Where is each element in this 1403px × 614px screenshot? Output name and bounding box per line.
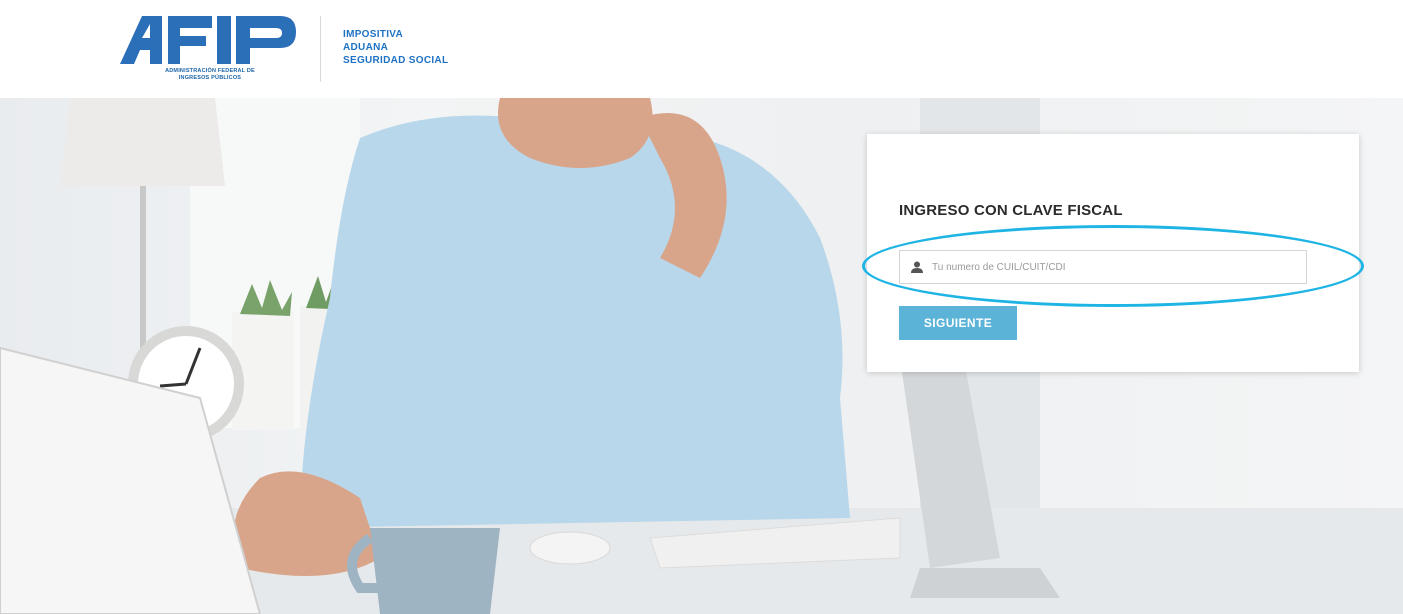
login-title: INGRESO CON CLAVE FISCAL — [899, 202, 1123, 219]
afip-logo[interactable]: ADMINISTRACIÓN FEDERAL DE INGRESOS PÚBLI… — [120, 14, 300, 88]
login-card: INGRESO CON CLAVE FISCAL SIGUIENTE — [867, 134, 1359, 372]
taxonomy-list: IMPOSITIVA ADUANA SEGURIDAD SOCIAL — [343, 28, 448, 67]
logo-caption-line1: ADMINISTRACIÓN FEDERAL DE — [165, 68, 255, 74]
cuit-field[interactable] — [899, 250, 1307, 284]
login-page: ADMINISTRACIÓN FEDERAL DE INGRESOS PÚBLI… — [0, 0, 1403, 614]
user-icon — [911, 261, 923, 273]
taxonomy-seguridad-social: SEGURIDAD SOCIAL — [343, 55, 449, 66]
logo-caption: ADMINISTRACIÓN FEDERAL DE INGRESOS PÚBLI… — [120, 68, 300, 82]
logo-caption-line2: INGRESOS PÚBLICOS — [178, 75, 242, 81]
header-divider — [320, 16, 321, 82]
taxonomy-impositiva: IMPOSITIVA — [343, 29, 404, 40]
taxonomy-aduana: ADUANA — [343, 42, 389, 53]
site-header: ADMINISTRACIÓN FEDERAL DE INGRESOS PÚBLI… — [0, 0, 1403, 98]
next-button[interactable]: SIGUIENTE — [899, 306, 1017, 340]
afip-wordmark-logo — [120, 16, 296, 64]
cuit-input[interactable] — [932, 251, 1302, 283]
